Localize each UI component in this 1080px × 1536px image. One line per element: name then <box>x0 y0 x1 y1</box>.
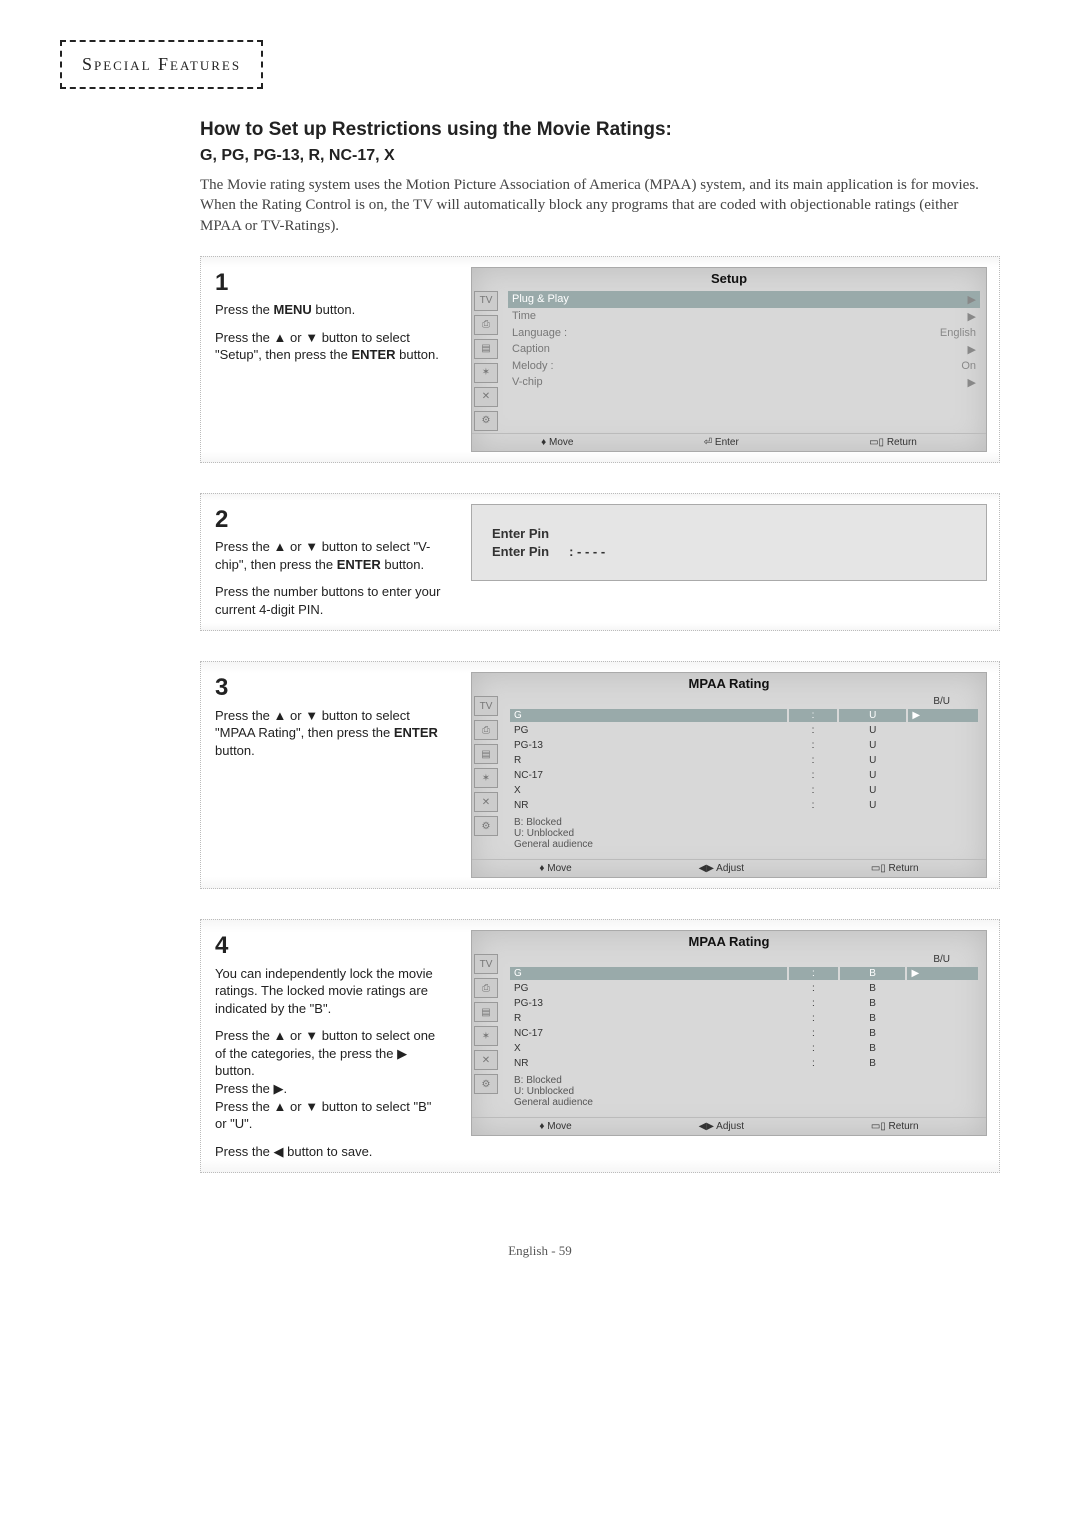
legend-line: U: Unblocked <box>514 828 974 839</box>
osd-title: MPAA Rating <box>472 931 986 952</box>
step-1-text: 1 Press the MENU button.Press the ▲ or ▼… <box>201 257 459 462</box>
rating-row: G:U▶ <box>510 709 978 722</box>
osd-3-wrap: MPAA Rating TV ⎙ ▤ ✶ ✕ ⚙ B/U G:U▶ PG:U PG-13:… <box>459 662 999 888</box>
legend-line: General audience <box>514 839 974 850</box>
osd-mpaa-blocked: MPAA Rating TV ⎙ ▤ ✶ ✕ ⚙ B/U G:B▶ PG:B PG-13:… <box>471 930 987 1136</box>
osd-tab-icon: ⎙ <box>474 978 498 998</box>
rating-row: PG:B <box>510 982 978 995</box>
rating-row: R:U <box>510 754 978 767</box>
intro-text: The Movie rating system uses the Motion … <box>200 175 1000 236</box>
osd-tabs: TV ⎙ ▤ ✶ ✕ ⚙ <box>472 694 504 859</box>
step-number: 1 <box>215 267 445 299</box>
step-4-text: 4 You can independently lock the movie r… <box>201 920 459 1172</box>
osd-tab-icon: TV <box>474 696 498 716</box>
page-subtitle: G, PG, PG-13, R, NC-17, X <box>200 147 1000 165</box>
rating-row: X:U <box>510 784 978 797</box>
osd-footer: ♦ Move ◀▶ Adjust ▭▯ Return <box>472 859 986 877</box>
footer-hint: ▭▯ Return <box>871 863 919 874</box>
step-number: 3 <box>215 672 445 704</box>
content-area: How to Set up Restrictions using the Mov… <box>200 119 1000 1173</box>
osd-tab-icon: TV <box>474 954 498 974</box>
step-2: 2 Press the ▲ or ▼ button to select "V-c… <box>200 493 1000 632</box>
rating-row: NR:U <box>510 799 978 812</box>
rating-row: PG-13:B <box>510 997 978 1010</box>
legend-line: General audience <box>514 1097 974 1108</box>
rating-row: PG:U <box>510 724 978 737</box>
rating-row: R:B <box>510 1012 978 1025</box>
step-1: 1 Press the MENU button.Press the ▲ or ▼… <box>200 256 1000 463</box>
legend-line: B: Blocked <box>514 817 974 828</box>
osd-tab-icon: ⎙ <box>474 720 498 740</box>
step-4: 4 You can independently lock the movie r… <box>200 919 1000 1173</box>
legend: B: BlockedU: UnblockedGeneral audience <box>508 814 980 853</box>
rating-row: X:B <box>510 1042 978 1055</box>
osd-rating-list: B/U G:B▶ PG:B PG-13:B R:B NC-17:B X:B NR… <box>504 952 986 1117</box>
footer-hint: ◀▶ Adjust <box>699 1121 744 1132</box>
footer-hint: ◀▶ Adjust <box>699 863 744 874</box>
osd-rating-list: B/U G:U▶ PG:U PG-13:U R:U NC-17:U X:U NR… <box>504 694 986 859</box>
menu-item: Caption ▶ <box>508 341 980 358</box>
section-header: Special Features <box>60 40 263 89</box>
rating-row: PG-13:U <box>510 739 978 752</box>
osd-tabs: TV ⎙ ▤ ✶ ✕ ⚙ <box>472 952 504 1117</box>
pin-dots: : - - - - <box>569 544 605 559</box>
osd-tabs: TV ⎙ ▤ ✶ ✕ ⚙ <box>472 289 504 433</box>
osd-title: MPAA Rating <box>472 673 986 694</box>
step-3-text: 3 Press the ▲ or ▼ button to select "MPA… <box>201 662 459 888</box>
osd-tab-icon: ▤ <box>474 744 498 764</box>
rating-row: G:B▶ <box>510 967 978 980</box>
osd-pin: Enter Pin Enter Pin : - - - - <box>471 504 987 581</box>
page-title: How to Set up Restrictions using the Mov… <box>200 119 1000 141</box>
osd-tab-icon: ▤ <box>474 1002 498 1022</box>
osd-2-wrap: Enter Pin Enter Pin : - - - - <box>459 494 999 631</box>
osd-tab-icon: ✶ <box>474 1026 498 1046</box>
footer-hint: ♦ Move <box>541 437 573 448</box>
osd-tab-icon: ✕ <box>474 1050 498 1070</box>
osd-tab-icon: TV <box>474 291 498 311</box>
rating-row: NR:B <box>510 1057 978 1070</box>
osd-tab-icon: ⚙ <box>474 816 498 836</box>
osd-4-wrap: MPAA Rating TV ⎙ ▤ ✶ ✕ ⚙ B/U G:B▶ PG:B PG-13:… <box>459 920 999 1172</box>
pin-label: Enter Pin <box>492 526 549 541</box>
osd-1-wrap: Setup TV ⎙ ▤ ✶ ✕ ⚙ Plug & Play ▶ Time ▶ Langu… <box>459 257 999 462</box>
step-number: 4 <box>215 930 445 962</box>
footer-hint: ♦ Move <box>539 863 571 874</box>
rating-row: NC-17:B <box>510 1027 978 1040</box>
footer-hint: ▭▯ Return <box>871 1121 919 1132</box>
step-2-text: 2 Press the ▲ or ▼ button to select "V-c… <box>201 494 459 631</box>
osd-tab-icon: ⚙ <box>474 411 498 431</box>
osd-tab-icon: ⚙ <box>474 1074 498 1094</box>
osd-title: Setup <box>472 268 986 289</box>
step-3: 3 Press the ▲ or ▼ button to select "MPA… <box>200 661 1000 889</box>
osd-footer: ♦ Move ◀▶ Adjust ▭▯ Return <box>472 1117 986 1135</box>
legend-line: U: Unblocked <box>514 1086 974 1097</box>
osd-mpaa-unblocked: MPAA Rating TV ⎙ ▤ ✶ ✕ ⚙ B/U G:U▶ PG:U PG-13:… <box>471 672 987 878</box>
footer-hint: ♦ Move <box>539 1121 571 1132</box>
footer-hint: ⏎ Enter <box>704 437 739 448</box>
osd-tab-icon: ✕ <box>474 792 498 812</box>
page-number: English - 59 <box>60 1243 1020 1259</box>
rating-row: NC-17:U <box>510 769 978 782</box>
osd-tab-icon: ⎙ <box>474 315 498 335</box>
osd-tab-icon: ✶ <box>474 768 498 788</box>
osd-tab-icon: ✕ <box>474 387 498 407</box>
osd-setup: Setup TV ⎙ ▤ ✶ ✕ ⚙ Plug & Play ▶ Time ▶ Langu… <box>471 267 987 452</box>
legend-line: B: Blocked <box>514 1075 974 1086</box>
menu-item: Melody :On <box>508 358 980 374</box>
osd-tab-icon: ✶ <box>474 363 498 383</box>
legend: B: BlockedU: UnblockedGeneral audience <box>508 1072 980 1111</box>
osd-list: Plug & Play ▶ Time ▶ Language :English C… <box>504 289 986 433</box>
footer-hint: ▭▯ Return <box>869 437 917 448</box>
column-header: B/U <box>508 696 980 707</box>
column-header: B/U <box>508 954 980 965</box>
menu-item: Language :English <box>508 325 980 341</box>
menu-item: V-chip ▶ <box>508 374 980 391</box>
step-number: 2 <box>215 504 445 536</box>
osd-footer: ♦ Move ⏎ Enter ▭▯ Return <box>472 433 986 451</box>
osd-tab-icon: ▤ <box>474 339 498 359</box>
pin-label: Enter Pin <box>492 544 549 559</box>
menu-item: Time ▶ <box>508 308 980 325</box>
menu-item: Plug & Play ▶ <box>508 291 980 308</box>
